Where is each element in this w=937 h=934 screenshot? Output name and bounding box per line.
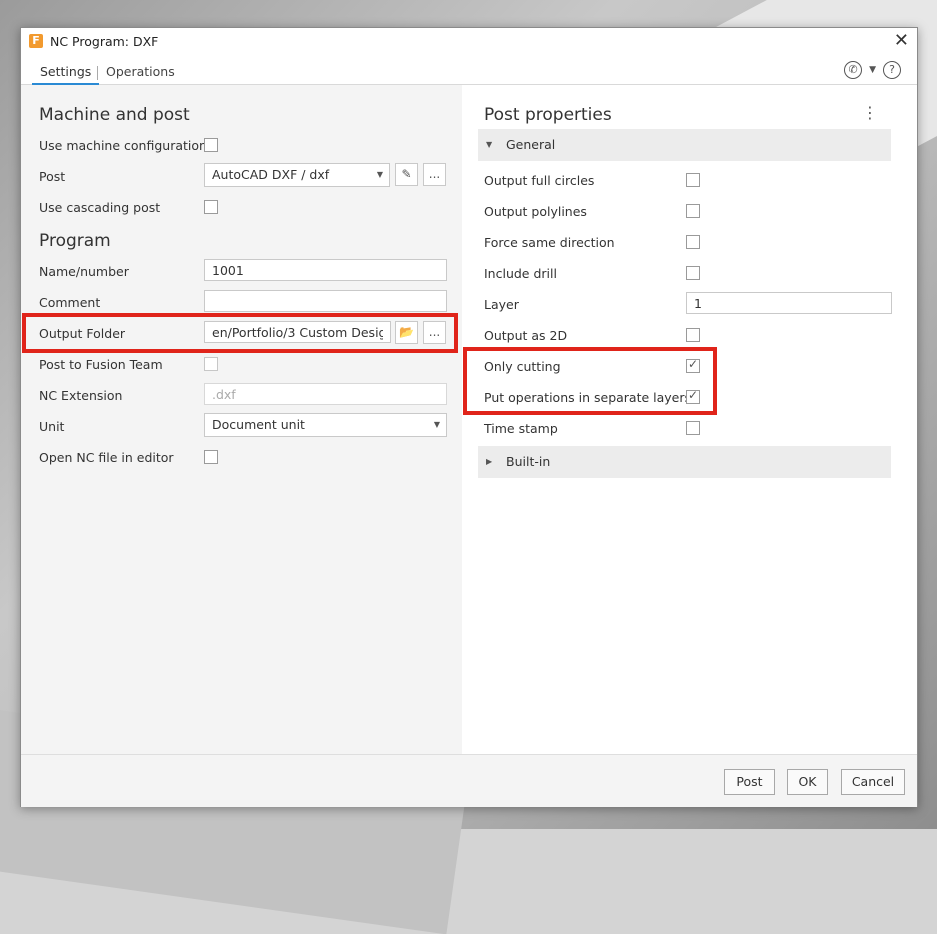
nc-extension-label: NC Extension — [39, 388, 123, 403]
time-stamp-checkbox[interactable] — [686, 421, 700, 435]
nc-extension-input[interactable] — [204, 383, 447, 405]
post-select-value: AutoCAD DXF / dxf — [212, 167, 330, 182]
collapsed-arrow-icon: ▶ — [486, 457, 493, 466]
post-label: Post — [39, 169, 66, 184]
close-icon[interactable]: ✕ — [894, 31, 909, 51]
ok-button[interactable]: OK — [787, 769, 828, 795]
program-heading: Program — [39, 231, 111, 251]
output-as-2d-checkbox[interactable] — [686, 328, 700, 342]
post-to-fusion-team-label: Post to Fusion Team — [39, 357, 163, 372]
tab-bar: Settings Operations — [21, 57, 917, 85]
pencil-icon: ✎ — [401, 167, 412, 181]
output-polylines-label: Output polylines — [484, 204, 587, 219]
post-properties-pane: Post properties ⋮ ▼ General Output full … — [462, 85, 917, 754]
title-bar: F NC Program: DXF ✕ — [21, 28, 917, 56]
edit-post-button[interactable]: ✎ — [395, 163, 418, 186]
phone-support-icon[interactable]: ✆ — [844, 61, 863, 79]
include-drill-checkbox[interactable] — [686, 266, 700, 280]
expand-arrow-icon: ▼ — [486, 140, 493, 149]
output-as-2d-label: Output as 2D — [484, 328, 568, 343]
post-to-fusion-team-checkbox[interactable] — [204, 357, 218, 371]
name-number-label: Name/number — [39, 264, 129, 279]
output-polylines-checkbox[interactable] — [686, 204, 700, 218]
nc-program-dialog: F NC Program: DXF ✕ Settings Operations … — [20, 27, 918, 807]
force-same-direction-checkbox[interactable] — [686, 235, 700, 249]
help-tools: ✆ ▼ ? — [844, 61, 901, 81]
unit-label: Unit — [39, 419, 65, 434]
caret-down-icon: ▼ — [376, 170, 383, 179]
comment-input[interactable] — [204, 290, 447, 312]
settings-pane: Machine and post Use machine configurati… — [21, 85, 462, 754]
highlight-box-output-folder — [22, 313, 458, 353]
highlight-box-cutting-options — [463, 347, 717, 415]
post-properties-heading: Post properties — [484, 105, 612, 125]
more-options-icon[interactable]: ⋮ — [862, 105, 878, 121]
time-stamp-label: Time stamp — [484, 421, 558, 436]
open-nc-file-label: Open NC file in editor — [39, 450, 174, 465]
tab-settings[interactable]: Settings — [32, 61, 100, 85]
chevron-down-icon[interactable]: ▼ — [869, 65, 876, 75]
output-full-circles-checkbox[interactable] — [686, 173, 700, 187]
use-machine-configuration-checkbox[interactable] — [204, 138, 218, 152]
comment-label: Comment — [39, 295, 101, 310]
dialog-footer: Post OK Cancel — [21, 754, 917, 807]
force-same-direction-label: Force same direction — [484, 235, 615, 250]
layer-input[interactable] — [686, 292, 892, 314]
include-drill-label: Include drill — [484, 266, 557, 281]
cancel-button[interactable]: Cancel — [841, 769, 905, 795]
output-full-circles-label: Output full circles — [484, 173, 595, 188]
browse-post-button[interactable]: ... — [423, 163, 446, 186]
machine-and-post-heading: Machine and post — [39, 105, 190, 125]
post-select[interactable]: AutoCAD DXF / dxf ▼ — [204, 163, 390, 187]
group-built-in-label: Built-in — [506, 454, 551, 469]
open-nc-file-checkbox[interactable] — [204, 450, 218, 464]
fusion-app-icon: F — [29, 34, 43, 48]
window-title: NC Program: DXF — [50, 34, 159, 49]
use-machine-configuration-label: Use machine configuration — [39, 138, 207, 153]
tab-divider — [97, 66, 98, 80]
group-general[interactable]: ▼ General — [478, 129, 891, 161]
unit-select[interactable]: Document unit ▼ — [204, 413, 447, 437]
group-general-label: General — [506, 137, 556, 152]
caret-down-icon: ▼ — [433, 420, 440, 429]
group-built-in[interactable]: ▶ Built-in — [478, 446, 891, 478]
tab-operations[interactable]: Operations — [106, 61, 175, 83]
help-icon[interactable]: ? — [883, 61, 901, 79]
layer-label: Layer — [484, 297, 519, 312]
name-number-input[interactable] — [204, 259, 447, 281]
use-cascading-post-label: Use cascading post — [39, 200, 161, 215]
unit-select-value: Document unit — [212, 417, 305, 432]
post-button[interactable]: Post — [724, 769, 775, 795]
use-cascading-post-checkbox[interactable] — [204, 200, 218, 214]
